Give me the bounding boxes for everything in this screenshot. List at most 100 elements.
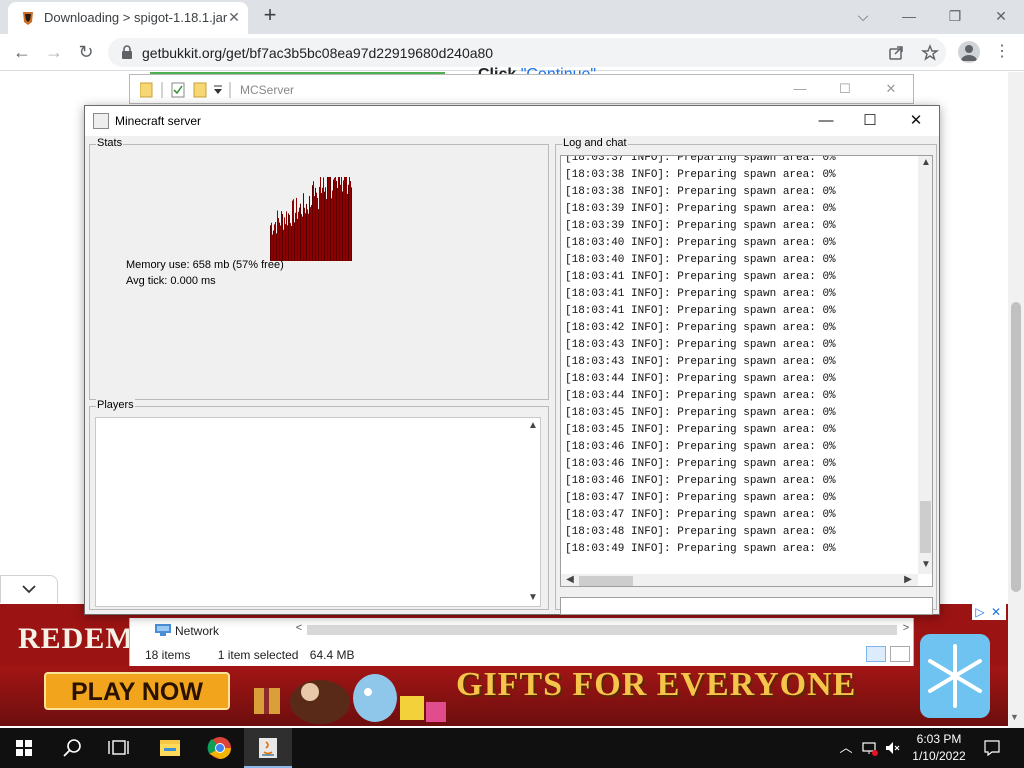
browser-minimize-button[interactable]: — (894, 4, 924, 28)
nav-item-network[interactable]: Network (175, 624, 219, 638)
log-scroll-right-icon[interactable]: ▶ (901, 574, 915, 585)
start-icon[interactable] (0, 728, 48, 768)
task-view-icon[interactable] (96, 728, 144, 768)
chrome-icon[interactable] (196, 728, 244, 768)
ad-controls[interactable]: ▷ ✕ (972, 604, 1006, 620)
players-scroll-down-icon[interactable]: ▼ (526, 592, 540, 603)
lock-icon[interactable] (120, 45, 134, 60)
memory-graph-bar (310, 207, 311, 261)
log-line: [18:03:45 INFO]: Preparing spawn area: 0… (565, 407, 836, 419)
page-scroll-down-arrow[interactable]: ▼ (1010, 712, 1019, 722)
memory-graph-bar (319, 186, 320, 261)
collapse-button[interactable] (0, 575, 58, 603)
log-scrollbar-thumb[interactable] (920, 501, 931, 553)
tab-close-icon[interactable]: ✕ (225, 8, 243, 26)
minecraft-server-window[interactable]: Minecraft server — ☐ ✕ Stats Memory use:… (84, 105, 940, 615)
system-clock[interactable]: 6:03 PM 1/10/2022 (908, 731, 970, 765)
profile-icon[interactable] (958, 41, 980, 63)
reload-button[interactable]: ↻ (74, 40, 98, 64)
url-text[interactable]: getbukkit.org/get/bf7ac3b5bc08ea97d22919… (142, 45, 493, 61)
minecraft-titlebar[interactable]: Minecraft server — ☐ ✕ (85, 106, 939, 136)
address-bar[interactable]: getbukkit.org/get/bf7ac3b5bc08ea97d22919… (108, 38, 946, 67)
log-line: [18:03:45 INFO]: Preparing spawn area: 0… (565, 424, 836, 436)
memory-graph-bar (282, 213, 283, 261)
log-hscrollbar-thumb[interactable] (579, 576, 633, 586)
minecraft-window-title: Minecraft server (115, 114, 202, 128)
memory-graph-bar (277, 210, 278, 261)
ad-close-icon[interactable]: ✕ (988, 604, 1004, 620)
memory-graph-bar (351, 187, 352, 261)
log-vertical-scrollbar[interactable]: ▲ ▼ (918, 156, 932, 574)
memory-graph-bar (308, 213, 309, 261)
explorer-window-bottom[interactable]: Network < > 18 items 1 item selected 64.… (129, 618, 914, 666)
memory-graph-bar (339, 177, 340, 261)
memory-graph-bar (317, 197, 318, 261)
page-scrollbar-thumb[interactable] (1011, 302, 1021, 592)
share-icon[interactable] (886, 43, 906, 63)
memory-graph-bar (318, 209, 319, 261)
memory-graph-bar (301, 214, 302, 261)
selection-count: 1 item selected (217, 648, 299, 662)
explorer-close-button[interactable]: ✕ (877, 79, 905, 99)
menu-icon[interactable]: ⋮ (994, 41, 1010, 63)
memory-graph-bar (290, 223, 291, 261)
memory-graph-bar (342, 191, 343, 261)
snowflake-icon (920, 634, 990, 718)
new-tab-button[interactable]: + (258, 4, 282, 28)
memory-graph-bar (311, 205, 312, 261)
log-line: [18:03:43 INFO]: Preparing spawn area: 0… (565, 356, 836, 368)
forward-button[interactable]: → (42, 40, 66, 64)
star-icon[interactable] (920, 43, 940, 63)
ad-info-icon[interactable]: ▷ (972, 604, 988, 620)
explorer-window[interactable]: MCServer — ☐ ✕ (129, 74, 914, 104)
memory-graph-bar (285, 224, 286, 261)
minecraft-maximize-button[interactable]: ☐ (847, 106, 893, 136)
page-scrollbar[interactable] (1008, 72, 1024, 728)
file-explorer-icon[interactable] (146, 728, 194, 768)
memory-graph-bar (288, 213, 289, 261)
memory-graph-bar (325, 187, 326, 261)
windows-taskbar: ︿ 6:03 PM 1/10/2022 (0, 728, 1024, 768)
java-icon[interactable] (244, 728, 292, 768)
explorer-title: MCServer (240, 83, 295, 97)
memory-graph-bar (330, 177, 331, 261)
tab-search-icon[interactable]: ⌵ (848, 4, 878, 28)
players-list[interactable]: ▲ ▼ (95, 417, 541, 607)
memory-graph-bar (326, 199, 327, 261)
explorer-minimize-button[interactable]: — (786, 79, 814, 99)
memory-graph-bar (286, 211, 287, 261)
network-icon (155, 624, 171, 636)
explorer-horizontal-scrollbar[interactable]: < > (290, 622, 915, 637)
browser-tab[interactable]: Downloading > spigot-1.18.1.jar ✕ (8, 2, 248, 34)
browser-restore-button[interactable]: ❐ (940, 4, 970, 28)
players-scroll-up-icon[interactable]: ▲ (526, 420, 540, 431)
memory-graph-bar (284, 217, 285, 261)
explorer-maximize-button[interactable]: ☐ (831, 79, 859, 99)
notification-icon[interactable] (984, 739, 1000, 757)
log-line: [18:03:47 INFO]: Preparing spawn area: 0… (565, 509, 836, 521)
minecraft-minimize-button[interactable]: — (803, 106, 849, 136)
memory-graph-bar (272, 234, 273, 261)
details-view-icon[interactable] (866, 646, 886, 662)
volume-icon[interactable] (884, 739, 900, 757)
log-horizontal-scrollbar[interactable]: ◀ ▶ (561, 574, 918, 586)
log-scroll-up-icon[interactable]: ▲ (919, 157, 932, 168)
large-icons-view-icon[interactable] (890, 646, 910, 662)
log-output[interactable]: [18:03:37 INFO]: Preparing spawn area: 0… (560, 155, 933, 587)
network-icon[interactable] (862, 739, 878, 757)
chat-input[interactable] (560, 597, 933, 615)
browser-close-button[interactable]: ✕ (986, 4, 1016, 28)
minecraft-close-button[interactable]: ✕ (893, 106, 939, 136)
back-button[interactable]: ← (10, 40, 34, 64)
log-scroll-down-icon[interactable]: ▼ (919, 559, 932, 570)
chevron-up-icon[interactable]: ︿ (838, 739, 854, 757)
log-panel: Log and chat [18:03:37 INFO]: Preparing … (555, 137, 937, 615)
browser-tabstrip: Downloading > spigot-1.18.1.jar ✕ + ⌵ — … (0, 0, 1024, 34)
log-line: [18:03:40 INFO]: Preparing spawn area: 0… (565, 254, 836, 266)
log-line: [18:03:44 INFO]: Preparing spawn area: 0… (565, 390, 836, 402)
search-icon[interactable] (48, 728, 96, 768)
log-scroll-left-icon[interactable]: ◀ (563, 574, 577, 585)
memory-graph-bar (300, 203, 301, 261)
play-now-button[interactable]: PLAY NOW (44, 672, 230, 710)
memory-graph-bar (331, 198, 332, 261)
